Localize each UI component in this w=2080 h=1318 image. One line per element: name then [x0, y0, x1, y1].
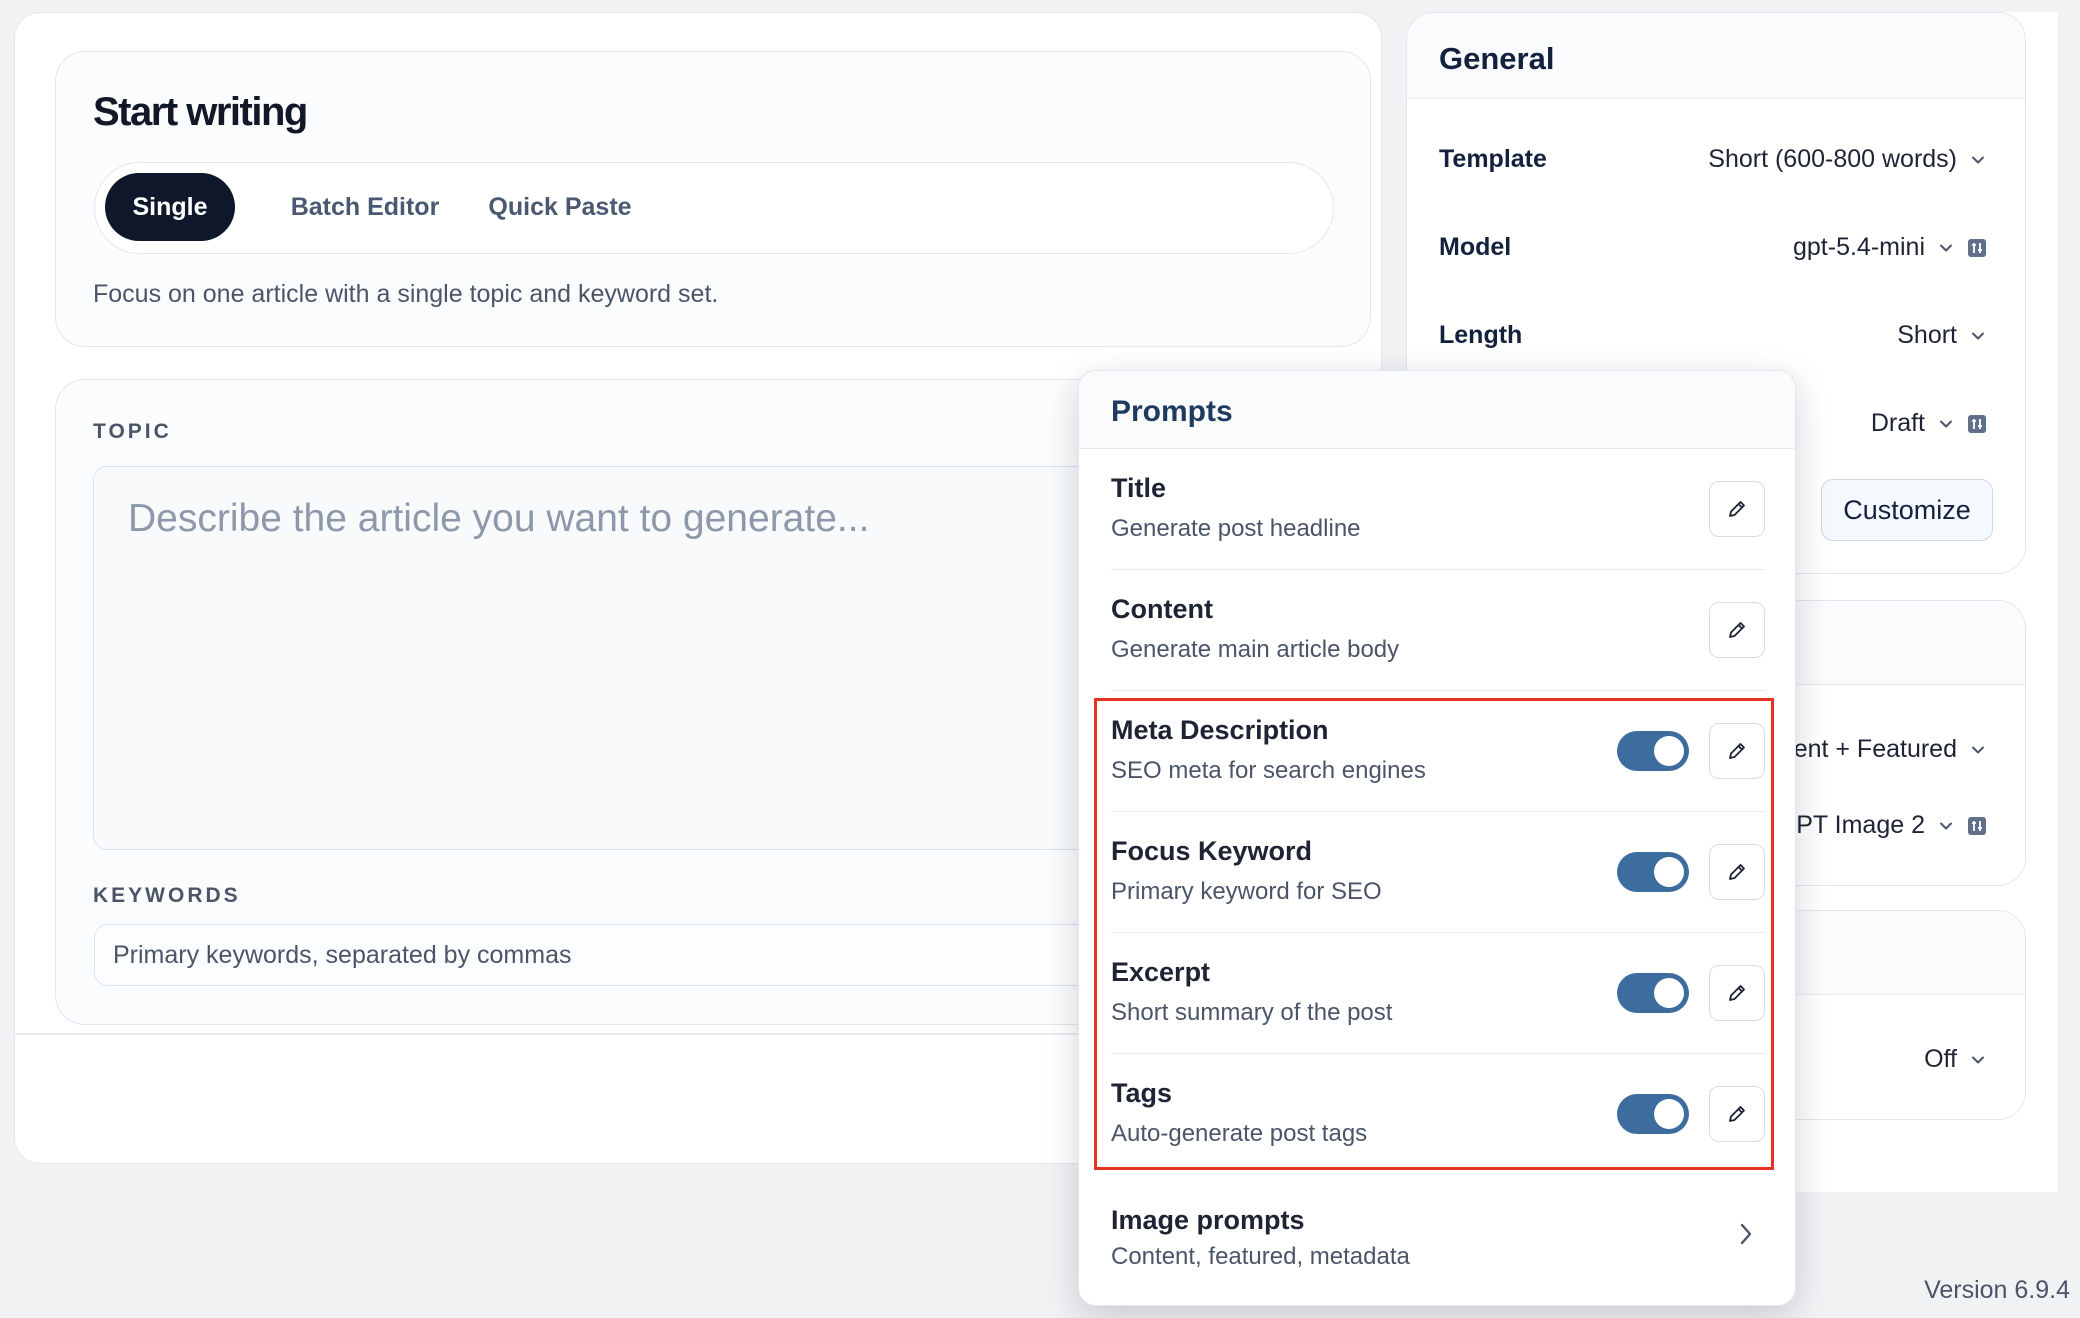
prompt-name: Content [1111, 594, 1213, 624]
image-model-select[interactable]: PT Image 2 [1796, 811, 1987, 840]
settings-square-icon[interactable] [1967, 414, 1987, 434]
mode-tabs: Single Batch Editor Quick Paste [94, 162, 1334, 254]
excerpt-toggle[interactable] [1617, 973, 1689, 1013]
tags-toggle[interactable] [1617, 1094, 1689, 1134]
edit-focus-keyword-prompt-button[interactable] [1709, 844, 1765, 900]
prompt-name: Meta Description [1111, 715, 1329, 745]
mode-description: Focus on one article with a single topic… [93, 280, 719, 308]
extra-select[interactable]: Off [1924, 1045, 1987, 1074]
edit-content-prompt-button[interactable] [1709, 602, 1765, 658]
pencil-icon [1729, 743, 1745, 759]
tab-single[interactable]: Single [105, 173, 235, 241]
pencil-icon [1729, 864, 1745, 880]
settings-square-icon[interactable] [1967, 816, 1987, 836]
toggle-knob [1654, 1099, 1684, 1129]
version-label: Version 6.9.4 [1924, 1276, 2070, 1304]
prompt-name: Excerpt [1111, 957, 1211, 987]
prompt-row-content: Content Generate main article body [1111, 570, 1765, 691]
toggle-knob [1654, 736, 1684, 766]
chevron-down-icon [1940, 244, 1952, 251]
pencil-icon [1729, 622, 1745, 638]
edit-excerpt-prompt-button[interactable] [1709, 965, 1765, 1021]
length-value: Short [1897, 321, 1957, 349]
prompt-row-title: Title Generate post headline [1111, 449, 1765, 570]
image-model-value: PT Image 2 [1796, 811, 1925, 839]
pencil-icon [1729, 1106, 1745, 1122]
keywords-label: KEYWORDS [93, 884, 241, 907]
model-label: Model [1439, 233, 1512, 261]
template-value: Short (600-800 words) [1708, 145, 1957, 173]
edit-title-prompt-button[interactable] [1709, 481, 1765, 537]
meta-description-toggle[interactable] [1617, 731, 1689, 771]
prompt-description: Generate post headline [1111, 515, 1361, 542]
model-select[interactable]: gpt-5.4-mini [1793, 233, 1987, 262]
image-prompts-name: Image prompts [1111, 1205, 1305, 1235]
prompt-row-excerpt: Excerpt Short summary of the post [1111, 933, 1765, 1054]
focus-keyword-toggle[interactable] [1617, 852, 1689, 892]
image-prompts-description: Content, featured, metadata [1111, 1243, 1410, 1270]
length-label: Length [1439, 321, 1523, 349]
chevron-down-icon [1972, 332, 1984, 339]
edit-meta-description-prompt-button[interactable] [1709, 723, 1765, 779]
chevron-down-icon [1940, 822, 1952, 829]
prompt-name: Focus Keyword [1111, 836, 1313, 866]
toggle-knob [1654, 857, 1684, 887]
toggle-knob [1654, 978, 1684, 1008]
prompts-popover: Prompts Title Generate post headline Con… [1078, 370, 1796, 1306]
images-select[interactable]: ent + Featured [1794, 735, 1987, 764]
status-value: Draft [1870, 409, 1925, 437]
prompt-description: Generate main article body [1111, 636, 1400, 663]
extra-value: Off [1924, 1045, 1957, 1073]
prompt-name: Title [1111, 473, 1167, 503]
general-header: General [1407, 13, 2025, 99]
settings-square-icon[interactable] [1967, 238, 1987, 258]
prompt-description: Primary keyword for SEO [1111, 878, 1382, 905]
tab-batch-editor[interactable]: Batch Editor [265, 173, 465, 241]
chevron-down-icon [1940, 420, 1952, 427]
chevron-down-icon [1972, 156, 1984, 163]
customize-button[interactable]: Customize [1821, 479, 1993, 541]
images-value: ent + Featured [1793, 735, 1957, 763]
chevron-down-icon [1972, 746, 1984, 753]
prompt-row-meta-description: Meta Description SEO meta for search eng… [1111, 691, 1765, 812]
keywords-placeholder: Primary keywords, separated by commas [113, 941, 572, 969]
page-title: Start writing [93, 90, 308, 134]
edit-tags-prompt-button[interactable] [1709, 1086, 1765, 1142]
prompts-title: Prompts [1111, 395, 1233, 428]
prompt-name: Tags [1111, 1078, 1173, 1108]
tab-quick-paste[interactable]: Quick Paste [480, 173, 640, 241]
template-select[interactable]: Short (600-800 words) [1708, 145, 1987, 174]
image-prompts-link[interactable]: Image prompts Content, featured, metadat… [1111, 1191, 1765, 1281]
pencil-icon [1729, 985, 1745, 1001]
prompt-description: SEO meta for search engines [1111, 757, 1426, 784]
prompt-description: Auto-generate post tags [1111, 1120, 1368, 1147]
topic-placeholder: Describe the article you want to generat… [128, 497, 870, 540]
status-select[interactable]: Draft [1871, 409, 1987, 438]
model-value: gpt-5.4-mini [1793, 233, 1925, 261]
chevron-right-icon [1740, 1223, 1752, 1245]
prompt-row-focus-keyword: Focus Keyword Primary keyword for SEO [1111, 812, 1765, 933]
prompt-description: Short summary of the post [1111, 999, 1393, 1026]
template-label: Template [1439, 145, 1547, 173]
pencil-icon [1729, 501, 1745, 517]
chevron-down-icon [1972, 1056, 1984, 1063]
length-select[interactable]: Short [1897, 321, 1987, 350]
topic-label: TOPIC [93, 420, 172, 443]
start-writing-card: Start writing Single Batch Editor Quick … [55, 51, 1371, 347]
prompt-row-tags: Tags Auto-generate post tags [1111, 1054, 1765, 1175]
prompts-header: Prompts [1079, 371, 1795, 449]
general-title: General [1439, 41, 1555, 76]
